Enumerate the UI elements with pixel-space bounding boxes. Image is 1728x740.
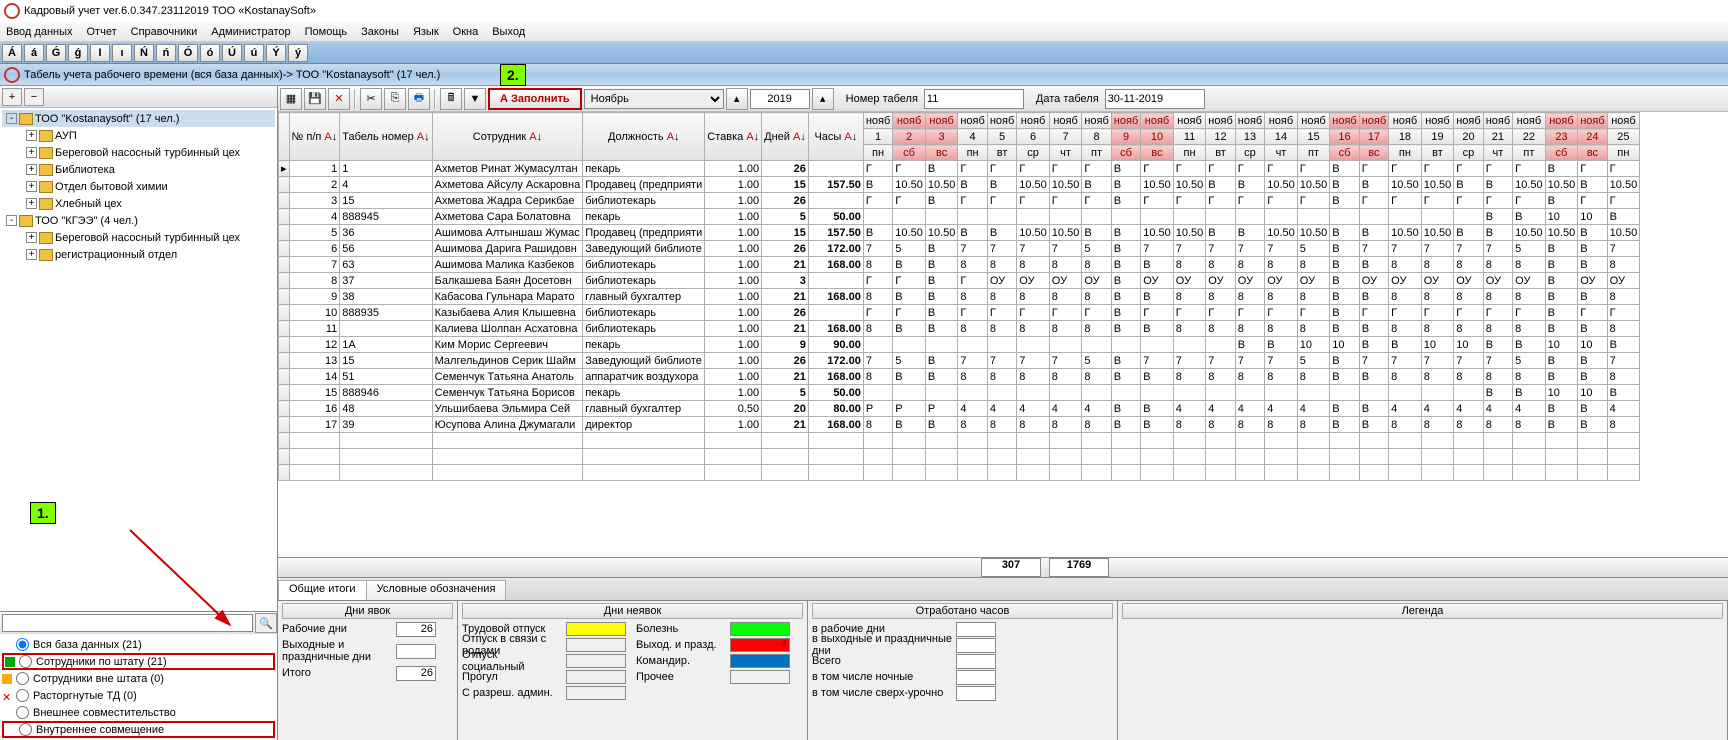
menu-item[interactable]: Справочники	[131, 26, 198, 38]
table-row[interactable]: 121АКим Морис Сергеевичпекарь1.00990.00В…	[279, 337, 1640, 353]
tb-cut[interactable]: ✂	[360, 88, 382, 110]
radio-comb-int[interactable]: Внутреннее совмещение	[2, 721, 275, 738]
legend-panel: Дни явок Рабочие дни26 Выходные и праздн…	[278, 600, 1728, 740]
tree-node[interactable]: +Библиотека	[2, 161, 275, 178]
sidebar-toolbar: + −	[0, 86, 277, 108]
char-button[interactable]: Ú	[222, 44, 242, 62]
radio-staff[interactable]: Сотрудники по штату (21)	[2, 653, 275, 670]
tab-totals[interactable]: Общие итоги	[278, 580, 367, 600]
table-row[interactable]: 10888935Казыбаева Алия Клышевнабиблиотек…	[279, 305, 1640, 321]
main-toolbar: ▦ 💾 ✕ ✂ ⎘ 🖶 🖩 ▼ А Заполнить Ноябрь ▴ ▴ Н…	[278, 86, 1728, 112]
sidebar-search: 🔍	[0, 612, 277, 634]
table-row[interactable]: 1451Семенчук Татьяна Анатольаппаратчик в…	[279, 369, 1640, 385]
menu-item[interactable]: Помощь	[305, 26, 348, 38]
table-row[interactable]: 4888945Ахметова Сара Болатовнапекарь1.00…	[279, 209, 1640, 225]
marker-2: 2.	[500, 64, 526, 86]
tb-del[interactable]: ✕	[328, 88, 350, 110]
char-button[interactable]: Á	[2, 44, 22, 62]
charbar: ÁáǴǵIıŃńÓóÚúÝý	[0, 42, 1728, 64]
date-label: Дата табеля	[1036, 93, 1099, 105]
table-row[interactable]: 1315Малгельдинов Серик ШаймЗаведующий би…	[279, 353, 1640, 369]
tree-node[interactable]: -ТОО "КГЭЭ" (4 чел.)	[2, 212, 275, 229]
tree-node[interactable]: +АУП	[2, 127, 275, 144]
org-tree[interactable]: -ТОО "Kostanaysoft" (17 чел.)+АУП+Берего…	[0, 108, 277, 611]
sidebar: + − -ТОО "Kostanaysoft" (17 чел.)+АУП+Бе…	[0, 86, 278, 740]
tree-node[interactable]: +Береговой насосный турбинный цех	[2, 229, 275, 246]
menu-item[interactable]: Законы	[361, 26, 399, 38]
search-input[interactable]	[2, 614, 253, 632]
menu-item[interactable]: Окна	[453, 26, 479, 38]
year-spin[interactable]: ▴	[812, 88, 834, 110]
table-row[interactable]: 315Ахметова Жадра Серикбаебиблиотекарь1.…	[279, 193, 1640, 209]
timesheet-grid[interactable]: № п/п A↓Табель номер A↓Сотрудник A↓Должн…	[278, 112, 1728, 558]
subwindow-titlebar: Табель учета рабочего времени (вся база …	[0, 64, 1728, 86]
subwindow-title: Табель учета рабочего времени (вся база …	[24, 69, 440, 81]
app-icon	[4, 3, 20, 19]
num-input[interactable]	[924, 89, 1024, 109]
menu-item[interactable]: Администратор	[211, 26, 290, 38]
table-row[interactable]: 938Кабасова Гульнара Маратоглавный бухга…	[279, 289, 1640, 305]
year-input[interactable]	[750, 89, 810, 109]
char-button[interactable]: ǵ	[68, 44, 88, 62]
month-select[interactable]: Ноябрь	[584, 89, 724, 109]
bottom-tabs: Общие итоги Условные обозначения	[278, 578, 1728, 600]
sidebar-btn-1[interactable]: +	[2, 88, 22, 106]
menu-item[interactable]: Выход	[492, 26, 525, 38]
radio-term[interactable]: ✕Расторгнутые ТД (0)	[2, 687, 275, 704]
tab-legend[interactable]: Условные обозначения	[366, 580, 507, 600]
tree-node[interactable]: +Отдел бытовой химии	[2, 178, 275, 195]
table-row[interactable]: 1648Ульшибаева Эльмира Сейглавный бухгал…	[279, 401, 1640, 417]
char-button[interactable]: á	[24, 44, 44, 62]
app-title: Кадровый учет ver.6.0.347.23112019 ТОО «…	[24, 5, 316, 17]
table-row[interactable]: 1739Юсупова Алина Джумагалидиректор1.002…	[279, 417, 1640, 433]
num-label: Номер табеля	[846, 93, 918, 105]
table-row[interactable]: 15888946Семенчук Татьяна Борисовпекарь1.…	[279, 385, 1640, 401]
char-button[interactable]: ó	[200, 44, 220, 62]
menubar: Ввод данных Отчет Справочники Администратор…	[0, 22, 1728, 42]
table-row[interactable]: 763Ашимова Малика Казбековбиблиотекарь1.…	[279, 257, 1640, 273]
month-up[interactable]: ▴	[726, 88, 748, 110]
tree-node[interactable]: +Береговой насосный турбинный цех	[2, 144, 275, 161]
date-input[interactable]	[1105, 89, 1205, 109]
table-row[interactable]: ▸11Ахметов Ринат Жумасултанпекарь1.0026Г…	[279, 161, 1640, 177]
totals-row: 307 1769	[278, 558, 1728, 578]
char-button[interactable]: Ǵ	[46, 44, 66, 62]
char-button[interactable]: I	[90, 44, 110, 62]
menu-item[interactable]: Ввод данных	[6, 26, 73, 38]
table-row[interactable]: 536Ашимова Алтыншаш ЖумасПродавец (предп…	[279, 225, 1640, 241]
table-row[interactable]: 656Ашимова Дарига РашидовнЗаведующий биб…	[279, 241, 1640, 257]
tb-calc[interactable]: 🖩	[440, 88, 462, 110]
radio-comb-ext[interactable]: Внешнее совместительство	[2, 704, 275, 721]
tree-node[interactable]: -ТОО "Kostanaysoft" (17 чел.)	[2, 110, 275, 127]
total-days: 307	[981, 558, 1041, 577]
char-button[interactable]: ý	[288, 44, 308, 62]
tb-save[interactable]: 💾	[304, 88, 326, 110]
titlebar: Кадровый учет ver.6.0.347.23112019 ТОО «…	[0, 0, 1728, 22]
search-button[interactable]: 🔍	[255, 613, 277, 633]
table-row[interactable]: 24Ахметова Айсулу АскаровнаПродавец (пре…	[279, 177, 1640, 193]
fill-button[interactable]: А Заполнить	[488, 88, 582, 110]
subwindow-icon	[4, 67, 20, 83]
total-hours: 1769	[1049, 558, 1109, 577]
menu-item[interactable]: Отчет	[87, 26, 117, 38]
tree-node[interactable]: +регистрационный отдел	[2, 246, 275, 263]
marker-1: 1.	[30, 502, 56, 524]
char-button[interactable]: ı	[112, 44, 132, 62]
char-button[interactable]: Ń	[134, 44, 154, 62]
char-button[interactable]: Ó	[178, 44, 198, 62]
char-button[interactable]: ú	[244, 44, 264, 62]
tb-new[interactable]: ▦	[280, 88, 302, 110]
table-row[interactable]: 837Балкашева Баян Досетовнбиблиотекарь1.…	[279, 273, 1640, 289]
char-button[interactable]: Ý	[266, 44, 286, 62]
char-button[interactable]: ń	[156, 44, 176, 62]
radio-all[interactable]: Вся база данных (21)	[2, 636, 275, 653]
table-row[interactable]: 11Калиева Шолпан Асхатовнабиблиотекарь1.…	[279, 321, 1640, 337]
tb-filter[interactable]: ▼	[464, 88, 486, 110]
sidebar-btn-2[interactable]: −	[24, 88, 44, 106]
tree-node[interactable]: +Хлебный цех	[2, 195, 275, 212]
menu-item[interactable]: Язык	[413, 26, 439, 38]
tb-copy[interactable]: ⎘	[384, 88, 406, 110]
tb-print[interactable]: 🖶	[408, 88, 430, 110]
radio-ext[interactable]: Сотрудники вне штата (0)	[2, 670, 275, 687]
